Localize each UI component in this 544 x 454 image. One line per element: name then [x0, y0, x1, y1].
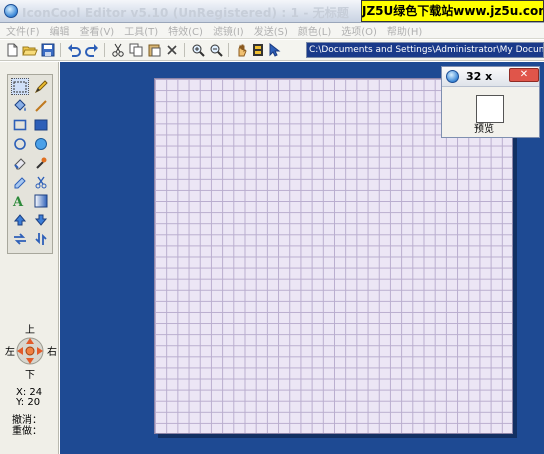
zoom-in-icon[interactable] [190, 42, 206, 58]
cursor-coordinates: X: 24 Y: 20 [16, 388, 42, 408]
nudge-pad: 上 左 右 下 [0, 326, 59, 382]
toolbar: C:\Documents and Settings\Administrator\… [0, 40, 544, 61]
menu-options[interactable]: 选项(O) [335, 23, 377, 38]
zoom-out-icon[interactable] [208, 42, 224, 58]
menu-tools[interactable]: 工具(T) [118, 23, 158, 38]
menu-filters[interactable]: 滤镜(I) [207, 23, 244, 38]
app-icon [4, 4, 18, 18]
copy-icon[interactable] [128, 42, 144, 58]
line-icon[interactable] [32, 97, 50, 114]
flip-horizontal-icon[interactable] [11, 230, 29, 247]
cut-icon[interactable] [110, 42, 126, 58]
window-title: IconCool Editor v5.10 (UnRegistered) : 1… [22, 6, 349, 20]
preview-label: 预览 [474, 124, 494, 135]
rotate-left-icon[interactable] [11, 211, 29, 228]
eraser-icon[interactable] [11, 154, 29, 171]
icon-preview-box [476, 95, 504, 123]
title-bar: IconCool Editor v5.10 (UnRegistered) : 1… [0, 0, 544, 23]
select-rect-icon[interactable] [11, 78, 29, 95]
smudge-icon[interactable] [11, 173, 29, 190]
paste-icon[interactable] [146, 42, 162, 58]
fill-bucket-icon[interactable] [11, 97, 29, 114]
menu-file[interactable]: 文件(F) [0, 23, 40, 38]
text-tool-icon[interactable]: A [11, 192, 29, 209]
flip-vertical-icon[interactable] [32, 230, 50, 247]
menu-bar: 文件(F) 编辑 查看(V) 工具(T) 特效(C) 滤镜(I) 发送(S) 颜… [0, 23, 544, 39]
svg-text:A: A [12, 195, 24, 208]
filled-ellipse-icon[interactable] [32, 135, 50, 152]
rectangle-icon[interactable] [11, 116, 29, 133]
menu-send[interactable]: 发送(S) [248, 23, 288, 38]
menu-effects[interactable]: 特效(C) [162, 23, 203, 38]
menu-help[interactable]: 帮助(H) [381, 23, 422, 38]
history-info: 撤消： 重做： [12, 415, 42, 437]
delete-icon[interactable] [164, 42, 180, 58]
redo-icon[interactable] [84, 42, 100, 58]
pointer-icon[interactable] [266, 42, 282, 58]
preview-title: 32 x [466, 70, 493, 83]
menu-color[interactable]: 颜色(L) [292, 23, 331, 38]
nudge-down-label: 下 [25, 370, 35, 381]
coord-y: Y: 20 [16, 397, 41, 408]
save-icon[interactable] [40, 42, 56, 58]
redo-label: 重做： [12, 426, 42, 437]
undo-label: 撤消： [12, 415, 42, 426]
tool-panel: A 上 左 右 下 X: 24 Y: 20 撤消： 重做： [0, 62, 59, 454]
film-icon[interactable] [250, 42, 266, 58]
preview-title-bar[interactable]: 32 x ✕ [442, 67, 539, 87]
new-file-icon[interactable] [4, 42, 20, 58]
preview-app-icon [446, 70, 459, 83]
close-icon[interactable]: ✕ [509, 68, 539, 82]
toolbox: A [7, 74, 53, 254]
menu-edit[interactable]: 编辑 [44, 23, 70, 38]
nudge-up-label: 上 [25, 325, 35, 336]
nudge-right-label: 右 [47, 347, 57, 358]
menu-view[interactable]: 查看(V) [74, 23, 115, 38]
watermark-banner: JZ5U绿色下载站www.jz5u.com [361, 0, 544, 22]
filled-rectangle-icon[interactable] [32, 116, 50, 133]
scissors-icon[interactable] [32, 173, 50, 190]
file-path-field[interactable]: C:\Documents and Settings\Administrator\… [306, 42, 544, 58]
color-picker-icon[interactable] [32, 154, 50, 171]
open-folder-icon[interactable] [22, 42, 38, 58]
ellipse-icon[interactable] [11, 135, 29, 152]
undo-icon[interactable] [66, 42, 82, 58]
gradient-icon[interactable] [32, 192, 50, 209]
preview-window: 32 x ✕ 预览 [441, 66, 540, 138]
pencil-icon[interactable] [32, 78, 50, 95]
rotate-right-icon[interactable] [32, 211, 50, 228]
nudge-arrows-icon[interactable] [15, 336, 45, 366]
hand-icon[interactable] [234, 42, 250, 58]
nudge-left-label: 左 [5, 347, 15, 358]
